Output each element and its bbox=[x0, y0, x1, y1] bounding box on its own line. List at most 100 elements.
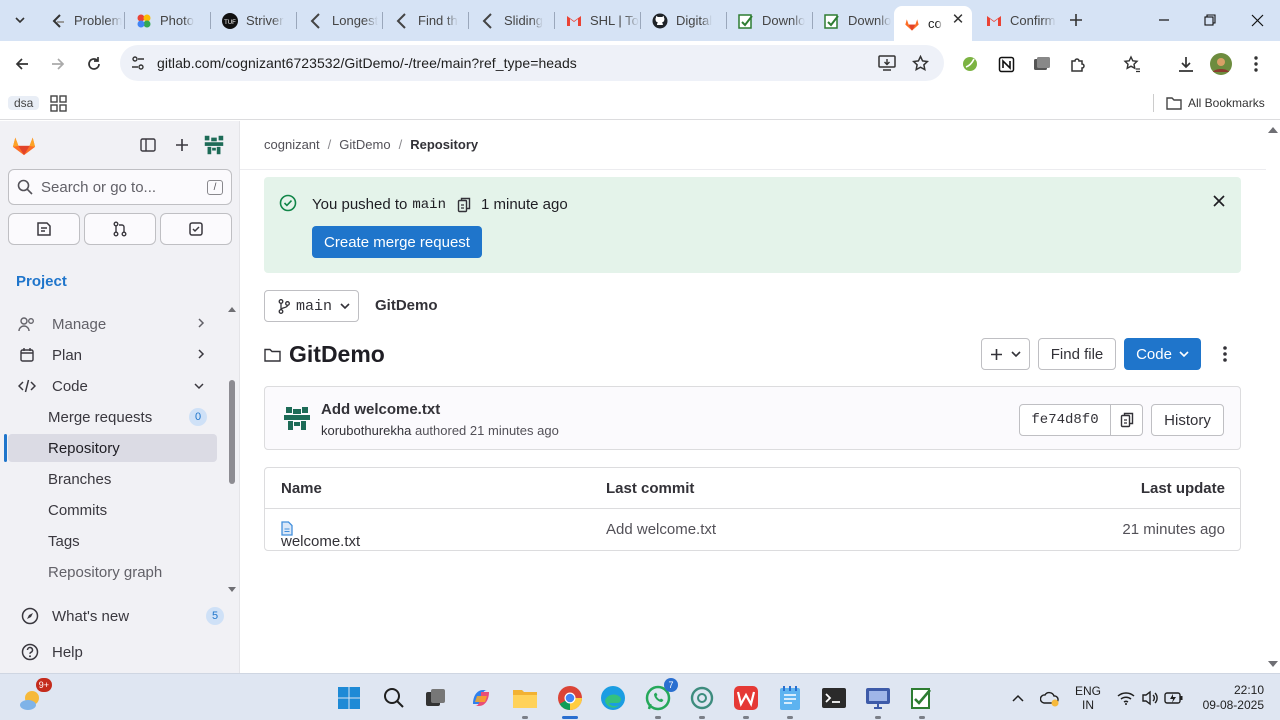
whats-new-button[interactable]: What's new 5 bbox=[8, 602, 232, 630]
browser-tab-active[interactable]: co ✕ bbox=[894, 6, 972, 41]
commit-title-link[interactable]: Add welcome.txt bbox=[321, 401, 440, 418]
breadcrumb-link[interactable]: GitDemo bbox=[339, 137, 390, 152]
branch-name[interactable]: main bbox=[412, 197, 446, 213]
wps-office-button[interactable] bbox=[731, 683, 761, 719]
start-button[interactable] bbox=[334, 683, 364, 713]
gitlab-logo[interactable] bbox=[12, 133, 36, 157]
edge-taskbar-button[interactable] bbox=[598, 683, 628, 713]
more-actions-button[interactable] bbox=[1214, 338, 1236, 370]
tab-close-icon[interactable]: ✕ bbox=[950, 12, 966, 28]
restore-button[interactable] bbox=[1187, 0, 1233, 40]
bookmark-dsa[interactable]: dsa bbox=[8, 92, 40, 114]
table-row[interactable]: welcome.txt Add welcome.txt 21 minutes a… bbox=[265, 509, 1240, 550]
page-scrollbar[interactable] bbox=[1266, 121, 1280, 673]
commit-sha[interactable]: fe74d8f0 bbox=[1019, 404, 1111, 436]
breadcrumb-link[interactable]: cognizant bbox=[264, 137, 320, 152]
forward-button[interactable] bbox=[43, 49, 73, 79]
copy-icon[interactable] bbox=[457, 197, 471, 213]
sidebar-scrollbar[interactable] bbox=[224, 304, 240, 596]
chrome-taskbar-button[interactable] bbox=[555, 683, 585, 719]
todo-list-button[interactable] bbox=[160, 213, 232, 245]
back-button[interactable] bbox=[7, 49, 37, 79]
tab-search-button[interactable] bbox=[8, 8, 32, 32]
extension-button[interactable] bbox=[1027, 49, 1057, 79]
chatgpt-taskbar-button[interactable] bbox=[687, 683, 717, 719]
breadcrumb-current[interactable]: Repository bbox=[410, 137, 478, 152]
weather-widget[interactable]: 9+ bbox=[17, 678, 52, 713]
sidebar-item-repository-graph[interactable]: Repository graph bbox=[8, 558, 217, 586]
search-input[interactable]: Search or go to... / bbox=[8, 169, 232, 205]
dismiss-alert-button[interactable] bbox=[1213, 195, 1225, 207]
avatar[interactable] bbox=[281, 402, 313, 434]
clock[interactable]: 22:10 09-08-2025 bbox=[1196, 674, 1264, 720]
notepad-taskbar-button[interactable] bbox=[775, 683, 805, 719]
file-link[interactable]: welcome.txt bbox=[281, 521, 360, 550]
copilot-button[interactable] bbox=[466, 683, 496, 713]
browser-tab[interactable]: Problem bbox=[40, 6, 124, 35]
extensions-button[interactable] bbox=[1063, 49, 1093, 79]
install-app-icon[interactable] bbox=[877, 53, 897, 73]
browser-tab[interactable]: Downlo bbox=[728, 6, 812, 35]
file-explorer-button[interactable] bbox=[510, 683, 540, 719]
reload-button[interactable] bbox=[79, 49, 109, 79]
create-merge-request-button[interactable]: Create merge request bbox=[312, 226, 482, 258]
terminal-taskbar-button[interactable] bbox=[819, 683, 849, 713]
code-button[interactable]: Code bbox=[1124, 338, 1201, 370]
battery-icon[interactable] bbox=[1162, 674, 1186, 720]
sidebar-item-plan[interactable]: Plan bbox=[8, 341, 217, 369]
find-file-button[interactable]: Find file bbox=[1038, 338, 1116, 370]
sidebar-item-repository[interactable]: Repository bbox=[4, 434, 217, 462]
browser-tab[interactable]: Sliding bbox=[470, 6, 554, 35]
profile-button[interactable] bbox=[1206, 49, 1236, 79]
bookmark-star-icon[interactable] bbox=[910, 53, 930, 73]
merge-requests-quick-button[interactable] bbox=[84, 213, 156, 245]
add-dropdown-button[interactable] bbox=[981, 338, 1030, 370]
browser-tab[interactable]: TUF Striver bbox=[212, 6, 296, 35]
bookmarks-manager-button[interactable] bbox=[1117, 49, 1147, 79]
whatsapp-taskbar-button[interactable]: 7 bbox=[643, 678, 678, 719]
history-button[interactable]: History bbox=[1151, 404, 1224, 436]
assigned-issues-button[interactable] bbox=[8, 213, 80, 245]
chrome-menu-button[interactable] bbox=[1241, 49, 1271, 79]
branch-selector[interactable]: main bbox=[264, 290, 359, 322]
repo-path-link[interactable]: GitDemo bbox=[375, 297, 438, 314]
volume-icon[interactable] bbox=[1138, 674, 1162, 720]
minimize-button[interactable] bbox=[1141, 0, 1187, 40]
browser-tab[interactable]: Find th bbox=[384, 6, 468, 35]
commit-author-link[interactable]: korubothurekha bbox=[321, 423, 411, 438]
show-hidden-icons-button[interactable] bbox=[1008, 674, 1028, 720]
browser-tab[interactable]: Downlo bbox=[814, 6, 894, 35]
user-avatar[interactable] bbox=[202, 133, 226, 157]
browser-tab[interactable]: Photo bbox=[126, 6, 210, 35]
browser-tab[interactable]: Confirm bbox=[976, 6, 1060, 35]
language-indicator[interactable]: ENG IN bbox=[1070, 674, 1106, 720]
sidebar-item-branches[interactable]: Branches bbox=[8, 465, 217, 493]
apps-grid-button[interactable] bbox=[50, 92, 67, 114]
close-window-button[interactable] bbox=[1234, 0, 1280, 40]
taskbar-search-button[interactable] bbox=[379, 683, 409, 713]
copy-sha-button[interactable] bbox=[1110, 404, 1143, 436]
site-info-icon[interactable] bbox=[128, 53, 148, 73]
help-button[interactable]: Help bbox=[8, 638, 232, 666]
browser-tab[interactable]: Longest bbox=[298, 6, 382, 35]
sidebar-item-code[interactable]: Code bbox=[8, 372, 217, 400]
wifi-icon[interactable] bbox=[1114, 674, 1138, 720]
address-bar[interactable]: gitlab.com/cognizant6723532/GitDemo/-/tr… bbox=[120, 45, 944, 81]
notion-extension-button[interactable] bbox=[991, 49, 1021, 79]
sidebar-item-merge-requests[interactable]: Merge requests 0 bbox=[8, 403, 217, 431]
new-tab-button[interactable] bbox=[1064, 8, 1088, 32]
browser-tab[interactable]: SHL | To bbox=[556, 6, 640, 35]
form-app-button[interactable] bbox=[907, 683, 937, 719]
sidebar-item-tags[interactable]: Tags bbox=[8, 527, 217, 555]
create-new-button[interactable] bbox=[170, 133, 194, 157]
sidebar-item-manage[interactable]: Manage bbox=[8, 310, 217, 338]
browser-tab[interactable]: Digital bbox=[642, 6, 726, 35]
task-view-button[interactable] bbox=[421, 683, 451, 713]
all-bookmarks-button[interactable]: All Bookmarks bbox=[1166, 92, 1265, 114]
downloads-button[interactable] bbox=[1171, 49, 1201, 79]
commit-message-link[interactable]: Add welcome.txt bbox=[606, 521, 716, 538]
extension-button[interactable] bbox=[955, 49, 985, 79]
sidebar-item-commits[interactable]: Commits bbox=[8, 496, 217, 524]
onedrive-button[interactable] bbox=[1038, 674, 1062, 720]
remote-desktop-button[interactable] bbox=[863, 683, 893, 719]
